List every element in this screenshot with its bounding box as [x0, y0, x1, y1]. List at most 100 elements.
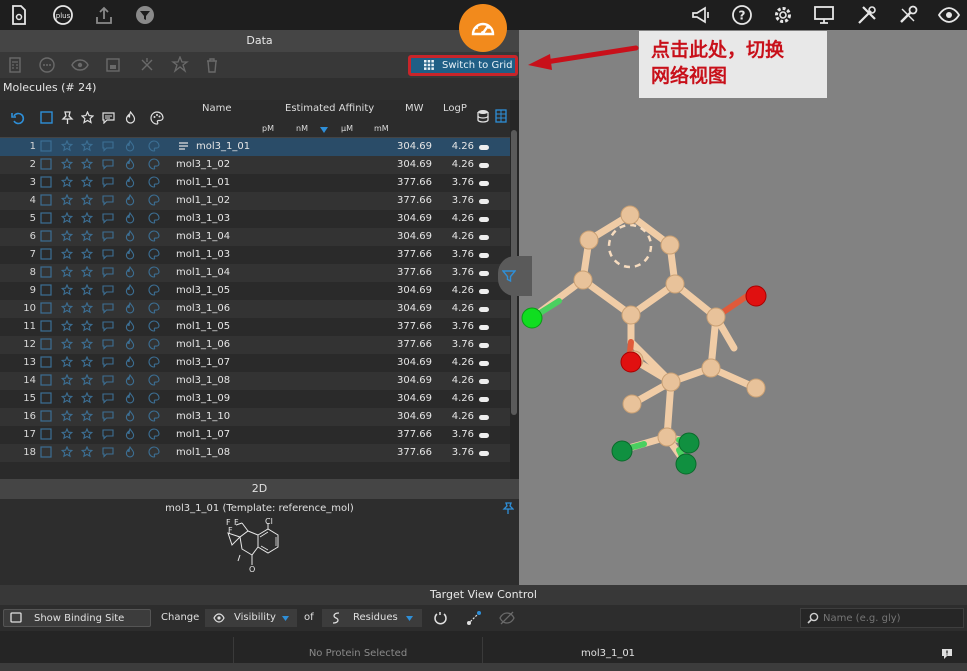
- table-row[interactable]: 17 mol1_1_07 377.66 3.76: [0, 426, 510, 444]
- row-star-icon[interactable]: [81, 158, 93, 170]
- row-pin-icon[interactable]: [61, 158, 73, 170]
- row-pin-icon[interactable]: [61, 284, 73, 296]
- row-pin-icon[interactable]: [61, 446, 73, 458]
- row-checkbox[interactable]: [40, 158, 52, 170]
- row-palette-icon[interactable]: [148, 356, 160, 368]
- gear-icon[interactable]: [771, 3, 795, 27]
- row-checkbox[interactable]: [40, 140, 52, 152]
- row-flame-icon[interactable]: [124, 284, 136, 296]
- row-checkbox[interactable]: [40, 212, 52, 224]
- unit-um[interactable]: μM: [341, 124, 353, 133]
- row-flame-icon[interactable]: [124, 410, 136, 422]
- upload-icon[interactable]: [92, 3, 116, 27]
- row-comment-icon[interactable]: [102, 338, 114, 350]
- row-flame-icon[interactable]: [124, 212, 136, 224]
- col-affinity[interactable]: Estimated Affinity: [285, 103, 374, 114]
- sort-down-icon[interactable]: [320, 127, 328, 133]
- trash-icon[interactable]: [203, 56, 221, 74]
- row-pin-icon[interactable]: [61, 230, 73, 242]
- table-row[interactable]: 7 mol1_1_03 377.66 3.76: [0, 246, 510, 264]
- row-pin-icon[interactable]: [61, 302, 73, 314]
- database-icon[interactable]: [477, 109, 489, 123]
- row-star-icon[interactable]: [81, 374, 93, 386]
- table-row[interactable]: 3 mol1_1_01 377.66 3.76: [0, 174, 510, 192]
- undo-icon[interactable]: [11, 111, 25, 125]
- eye-icon[interactable]: [937, 3, 961, 27]
- row-star-icon[interactable]: [81, 392, 93, 404]
- row-palette-icon[interactable]: [148, 284, 160, 296]
- table-row[interactable]: 8 mol1_1_04 377.66 3.76: [0, 264, 510, 282]
- row-pin-icon[interactable]: [61, 140, 73, 152]
- row-star-icon[interactable]: [81, 248, 93, 260]
- row-pin-icon[interactable]: [61, 392, 73, 404]
- row-checkbox[interactable]: [40, 338, 52, 350]
- molecule-3d-viewer[interactable]: [498, 30, 967, 585]
- show-binding-site-toggle[interactable]: Show Binding Site Only: [3, 609, 151, 642]
- table-row[interactable]: 1 mol3_1_01 304.69 4.26: [0, 138, 510, 156]
- save-icon[interactable]: [104, 56, 122, 74]
- split-icon[interactable]: [138, 56, 156, 74]
- row-palette-icon[interactable]: [148, 248, 160, 260]
- view-icon[interactable]: [71, 56, 89, 74]
- row-comment-icon[interactable]: [102, 302, 114, 314]
- row-star-icon[interactable]: [81, 302, 93, 314]
- row-pin-icon[interactable]: [61, 266, 73, 278]
- row-flame-icon[interactable]: [124, 428, 136, 440]
- row-checkbox[interactable]: [40, 248, 52, 260]
- row-palette-icon[interactable]: [148, 320, 160, 332]
- column-settings-icon[interactable]: [495, 109, 507, 123]
- row-checkbox[interactable]: [40, 266, 52, 278]
- row-palette-icon[interactable]: [148, 410, 160, 422]
- document-icon[interactable]: [7, 3, 31, 27]
- row-comment-icon[interactable]: [102, 158, 114, 170]
- row-comment-icon[interactable]: [102, 410, 114, 422]
- row-flame-icon[interactable]: [124, 176, 136, 188]
- row-pin-icon[interactable]: [61, 374, 73, 386]
- row-palette-icon[interactable]: [148, 194, 160, 206]
- flame-icon[interactable]: [124, 111, 137, 124]
- row-flame-icon[interactable]: [124, 194, 136, 206]
- row-flame-icon[interactable]: [124, 140, 136, 152]
- pin-2d-icon[interactable]: [502, 502, 514, 514]
- row-comment-icon[interactable]: [102, 428, 114, 440]
- row-flame-icon[interactable]: [124, 320, 136, 332]
- row-checkbox[interactable]: [40, 320, 52, 332]
- select-all-checkbox[interactable]: [40, 111, 53, 124]
- row-comment-icon[interactable]: [102, 320, 114, 332]
- table-row[interactable]: 6 mol3_1_04 304.69 4.26: [0, 228, 510, 246]
- table-row[interactable]: 16 mol3_1_10 304.69 4.26: [0, 408, 510, 426]
- row-palette-icon[interactable]: [148, 230, 160, 242]
- row-comment-icon[interactable]: [102, 356, 114, 368]
- row-pin-icon[interactable]: [61, 410, 73, 422]
- row-comment-icon[interactable]: [102, 248, 114, 260]
- row-comment-icon[interactable]: [102, 176, 114, 188]
- table-row[interactable]: 12 mol1_1_06 377.66 3.76: [0, 336, 510, 354]
- residue-search-box[interactable]: [800, 608, 964, 628]
- table-row[interactable]: 10 mol3_1_06 304.69 4.26: [0, 300, 510, 318]
- row-pin-icon[interactable]: [61, 428, 73, 440]
- row-star-icon[interactable]: [81, 284, 93, 296]
- row-checkbox[interactable]: [40, 230, 52, 242]
- row-flame-icon[interactable]: [124, 248, 136, 260]
- row-star-icon[interactable]: [81, 266, 93, 278]
- row-checkbox[interactable]: [40, 284, 52, 296]
- col-name[interactable]: Name: [202, 103, 232, 114]
- row-star-icon[interactable]: [81, 446, 93, 458]
- star-icon[interactable]: [81, 111, 94, 124]
- pin-icon[interactable]: [61, 111, 74, 124]
- hide-target-icon[interactable]: [499, 611, 515, 625]
- residue-search-input[interactable]: [823, 610, 959, 626]
- residues-dropdown[interactable]: Residues: [322, 609, 422, 627]
- row-flame-icon[interactable]: [124, 230, 136, 242]
- row-checkbox[interactable]: [40, 374, 52, 386]
- monitor-icon[interactable]: [812, 3, 836, 27]
- row-checkbox[interactable]: [40, 176, 52, 188]
- row-checkbox[interactable]: [40, 356, 52, 368]
- row-comment-icon[interactable]: [102, 212, 114, 224]
- row-palette-icon[interactable]: [148, 428, 160, 440]
- plus-icon[interactable]: plus: [51, 3, 75, 27]
- table-row[interactable]: 15 mol3_1_09 304.69 4.26: [0, 390, 510, 408]
- row-flame-icon[interactable]: [124, 302, 136, 314]
- row-star-icon[interactable]: [81, 194, 93, 206]
- row-star-icon[interactable]: [81, 140, 93, 152]
